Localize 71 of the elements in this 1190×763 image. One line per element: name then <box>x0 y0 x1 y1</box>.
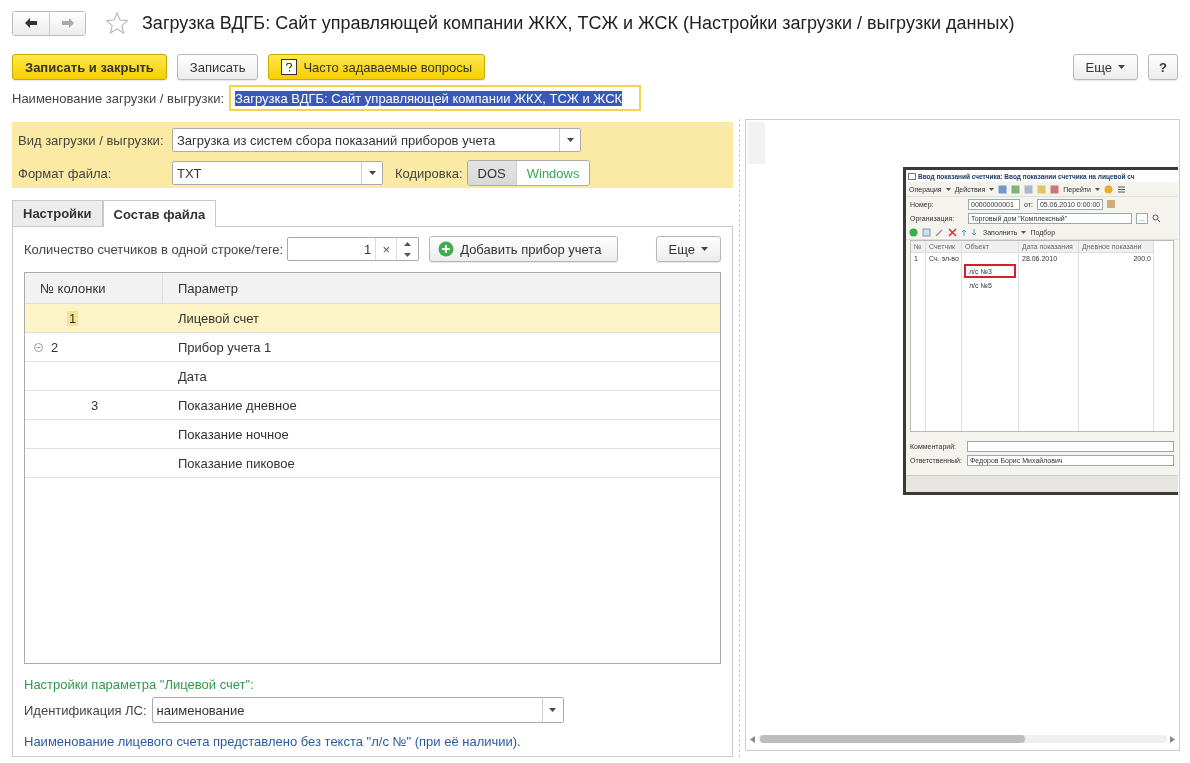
field-label: Формат файла: <box>18 165 113 181</box>
section-title: Настройки параметра "Лицевой счет": <box>24 677 255 692</box>
save-and-close-button[interactable]: Записать и закрыть <box>12 54 167 80</box>
delete-icon[interactable] <box>948 227 957 237</box>
spin-down-icon[interactable] <box>404 252 412 257</box>
add-icon[interactable] <box>909 227 918 237</box>
caret-icon <box>989 187 995 191</box>
caret-icon <box>566 138 574 142</box>
table-row[interactable]: Показание пиковое <box>25 449 720 478</box>
copy-icon[interactable] <box>922 227 931 237</box>
back-button[interactable] <box>13 11 49 35</box>
right-arrow-icon <box>61 18 74 28</box>
field-label: Наименование загрузки / выгрузки: <box>12 90 225 106</box>
caret-icon <box>1021 230 1027 234</box>
collapse-icon[interactable] <box>34 342 43 352</box>
table-cell: 1 <box>67 310 79 326</box>
more-button[interactable]: Еще <box>1072 54 1139 80</box>
table-cell-text: 3 <box>90 397 100 413</box>
count-field[interactable]: 1 × <box>287 237 420 261</box>
move-arrows-icon[interactable] <box>961 227 979 237</box>
caret-icon <box>1118 65 1126 69</box>
plus-icon <box>438 241 455 257</box>
table-cell-text: Дата <box>177 367 207 386</box>
table-row[interactable]: Дата <box>25 362 720 391</box>
table-row[interactable]: 2 Прибор учета 1 <box>25 333 720 362</box>
pencil-icon[interactable] <box>935 227 944 237</box>
search-icon[interactable] <box>1151 214 1160 222</box>
account-id-select[interactable]: наименование <box>151 697 564 723</box>
field-label: Количество счетчиков в одной строке/теге: <box>24 241 284 257</box>
table-row[interactable]: 3 Показание дневное <box>25 391 720 420</box>
column-header: Параметр <box>177 279 238 298</box>
column-header: № колонки <box>25 273 163 303</box>
more-button[interactable]: Еще <box>655 236 721 262</box>
spin-up-icon[interactable] <box>404 241 412 246</box>
list-icon[interactable] <box>1117 184 1127 194</box>
comment-field[interactable] <box>967 441 1174 452</box>
hint-text: Наименование лицевого счета представлено без текста "л/с №" (при её наличии). <box>24 734 522 749</box>
table-cell-text: Прибор учета 1 <box>177 338 272 357</box>
type-select[interactable]: Загрузка из систем сбора показаний приборов учета <box>172 128 581 152</box>
table-cell-text: Показание дневное <box>177 396 297 415</box>
scroll-right-icon[interactable] <box>1170 735 1175 743</box>
table-cell-text: Лицевой счет <box>177 309 260 328</box>
caret-icon <box>368 171 376 175</box>
caret-icon <box>1095 187 1101 191</box>
calendar-icon[interactable] <box>1106 200 1115 208</box>
faq-button[interactable]: Часто задаваемые вопросы <box>268 54 486 80</box>
table-row[interactable]: 1 Лицевой счет <box>25 304 720 333</box>
table-cell-text: Показание пиковое <box>177 454 295 473</box>
table-cell-text: 2 <box>50 339 60 355</box>
field-label: Кодировка: <box>395 165 463 181</box>
tab[interactable]: Состав файла <box>102 200 217 227</box>
table-cell-text: Показание ночное <box>177 425 289 444</box>
scroll-thumb[interactable] <box>760 735 1025 743</box>
tab[interactable]: Настройки <box>12 200 103 226</box>
caret-icon <box>549 708 557 712</box>
name-field[interactable]: Загрузка ВДГБ: Сайт управляющей компании ЖКХ, ТСЖ и ЖСК <box>229 85 642 111</box>
star-icon[interactable] <box>106 12 128 34</box>
scroll-left-icon[interactable] <box>750 735 755 743</box>
caret-icon <box>701 247 708 251</box>
save-button[interactable]: Записать <box>176 54 259 80</box>
left-arrow-icon <box>25 18 37 28</box>
add-device-button[interactable]: Добавить прибор учета <box>429 236 619 262</box>
encoding-option[interactable]: DOS <box>467 161 516 185</box>
window-title: Загрузка ВДГБ: Сайт управляющей компании ЖКХ, ТСЖ и ЖСК (Настройки загрузки / выгрузки данных) <box>142 12 1015 34</box>
help-button[interactable]: ? <box>1148 54 1178 80</box>
field-label: Вид загрузки / выгрузки: <box>18 132 165 148</box>
format-select[interactable]: TXT <box>172 161 383 185</box>
field-label: Идентификация ЛС: <box>24 702 147 718</box>
table-row[interactable]: Показание ночное <box>25 420 720 449</box>
caret-icon <box>945 187 951 191</box>
question-icon <box>281 59 298 75</box>
